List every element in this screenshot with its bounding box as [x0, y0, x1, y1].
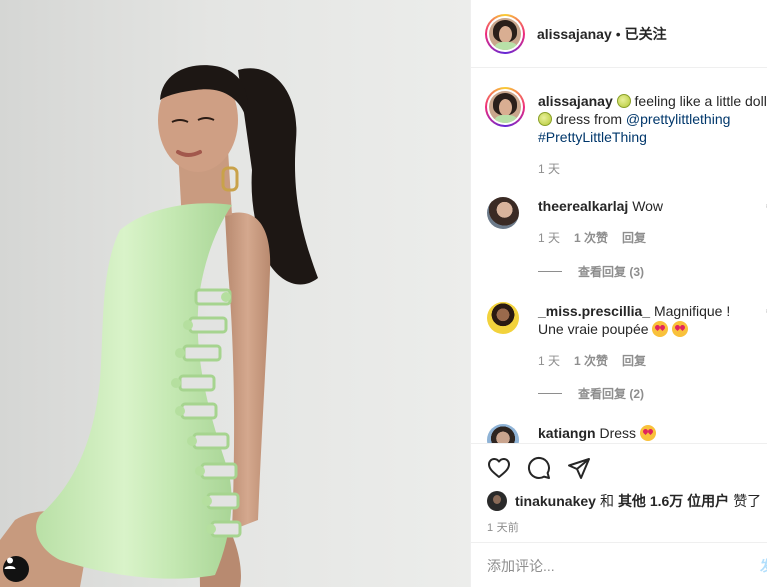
follow-status-button[interactable]: 已关注: [625, 24, 667, 44]
heart-eyes-emoji-icon: [639, 425, 656, 441]
comment-likes[interactable]: 1 次赞: [574, 229, 608, 246]
post-header: alissajanay • 已关注: [471, 0, 767, 68]
comment-username[interactable]: katiangn: [538, 425, 596, 441]
caption-body: feeling like a little doll: [634, 93, 767, 109]
caption-body-2: dress from: [555, 111, 623, 127]
likes-count[interactable]: 其他 1.6万 位用户: [618, 491, 729, 511]
likes-summary: tinakunakey 和 其他 1.6万 位用户 赞了: [487, 491, 765, 511]
lime-emoji-icon: [538, 112, 552, 126]
comment-body: Dress: [599, 425, 637, 441]
reply-button[interactable]: 回复: [622, 352, 646, 369]
comment-likes[interactable]: 1 次赞: [574, 352, 608, 369]
photo-illustration: [0, 65, 318, 587]
separator-dot: •: [615, 25, 621, 42]
comment-meta: 1 天 1 次赞 回复: [538, 229, 646, 246]
post-actions: tinakunakey 和 其他 1.6万 位用户 赞了 1 天前 添加评论..…: [471, 443, 767, 587]
commenter-avatar[interactable]: [487, 424, 519, 443]
action-icons: [487, 456, 591, 480]
liker-avatar[interactable]: [487, 491, 507, 511]
lime-emoji-icon: [616, 94, 631, 108]
reply-button[interactable]: 回复: [622, 229, 646, 246]
comments-list[interactable]: alissajanay feeling like a little doll d…: [471, 69, 767, 443]
share-icon[interactable]: [567, 456, 591, 480]
comment-text: theerealkarlaj Wow: [538, 197, 758, 215]
caption-time: 1 天: [538, 162, 561, 176]
caption-avatar[interactable]: [485, 87, 525, 127]
comment-input[interactable]: 添加评论...: [487, 556, 555, 576]
commenter-avatar[interactable]: [487, 302, 519, 334]
mention-link[interactable]: @prettylittlething: [626, 111, 730, 127]
comment-icon[interactable]: [527, 456, 551, 480]
comment-text: katiangn Dress: [538, 424, 758, 442]
caption-username[interactable]: alissajanay: [538, 93, 613, 109]
comment-text: _miss.prescillia_ Magnifique ! Une vraie…: [538, 302, 758, 338]
comment-body: Wow: [632, 198, 664, 214]
author-avatar[interactable]: [485, 13, 525, 54]
likes-suffix: 赞了: [733, 493, 762, 509]
user-tag-icon[interactable]: [3, 556, 29, 582]
view-replies-button[interactable]: 查看回复 (2): [538, 385, 644, 402]
author-username[interactable]: alissajanay: [537, 26, 612, 42]
caption-text: alissajanay feeling like a little doll d…: [538, 92, 767, 178]
post-comment-button[interactable]: 发: [760, 556, 767, 576]
heart-eyes-emoji-icon: [672, 321, 689, 337]
view-replies-button[interactable]: 查看回复 (3): [538, 263, 644, 280]
likes-conj: 和: [599, 493, 614, 509]
liker-username[interactable]: tinakunakey: [515, 493, 596, 509]
comment-username[interactable]: _miss.prescillia_: [538, 303, 650, 319]
post-sidebar: alissajanay • 已关注 alissajanay feeling li…: [470, 0, 767, 587]
add-comment-bar: 添加评论... 发: [471, 542, 767, 587]
comment-meta: 1 天 1 次赞 回复: [538, 352, 646, 369]
heart-icon[interactable]: [487, 456, 511, 480]
heart-eyes-emoji-icon: [652, 321, 669, 337]
commenter-avatar[interactable]: [487, 197, 519, 229]
hashtag-link[interactable]: #PrettyLittleThing: [538, 129, 647, 145]
comment-time: 1 天: [538, 354, 561, 368]
post-timestamp[interactable]: 1 天前: [487, 519, 519, 535]
comment-time: 1 天: [538, 231, 561, 245]
post-photo[interactable]: [0, 0, 470, 587]
comment-username[interactable]: theerealkarlaj: [538, 198, 628, 214]
